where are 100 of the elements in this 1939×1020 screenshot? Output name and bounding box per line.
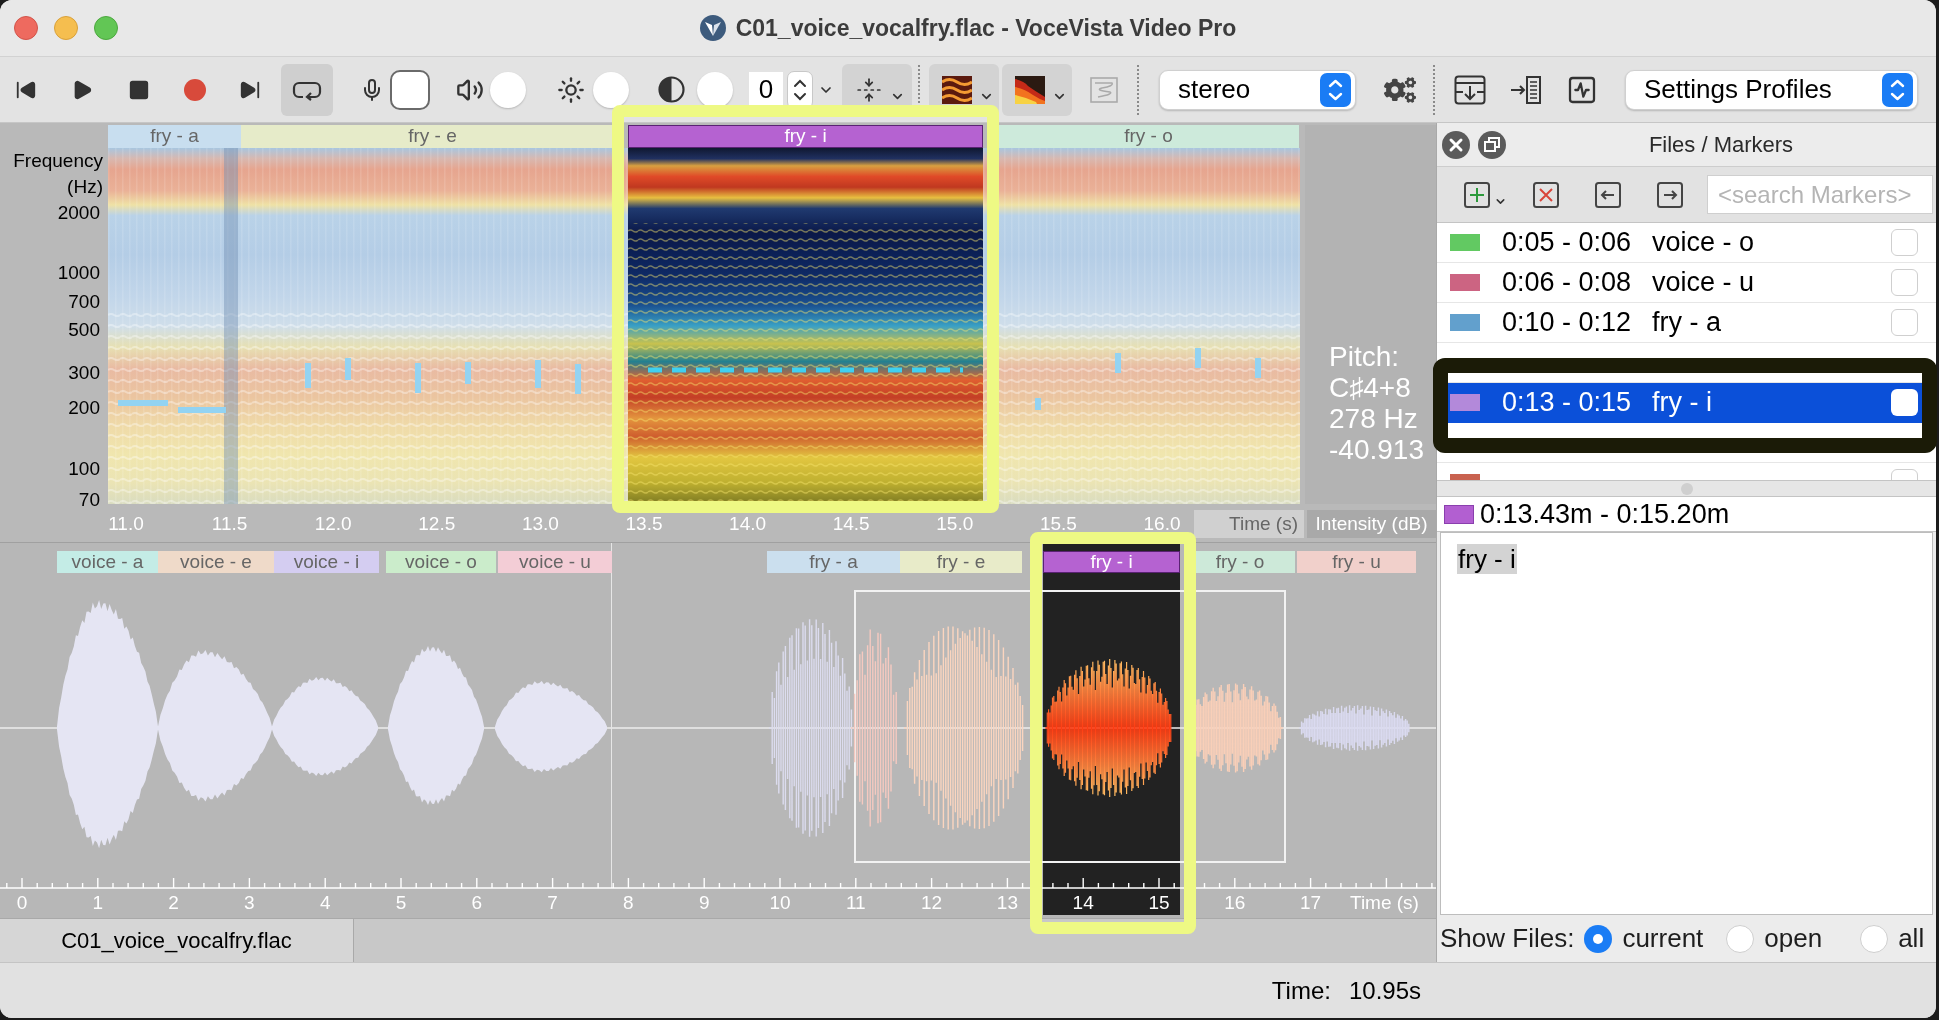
radio-option[interactable]: open <box>1726 919 1823 958</box>
frequency-tick-label: 500 <box>67 319 100 341</box>
marker-label[interactable]: voice - u <box>498 551 612 573</box>
pitch-frequency: 278 Hz <box>1329 403 1419 434</box>
spectrum-button[interactable] <box>1002 63 1072 116</box>
time-tick-label: 12.0 <box>314 513 352 535</box>
frequency-tick-label: 300 <box>67 362 100 384</box>
brightness-icon <box>557 75 585 104</box>
marker-checkbox[interactable] <box>1891 309 1918 336</box>
time-tick-label: 9 <box>698 892 710 914</box>
note-text: fry - i <box>1457 544 1517 574</box>
frequency-tick-label: 200 <box>67 397 100 419</box>
add-marker-icon[interactable] <box>1464 181 1490 208</box>
marker-label[interactable]: fry - a <box>767 551 900 573</box>
time-tick-label: 1 <box>92 892 104 914</box>
marker-label[interactable]: fry - a <box>108 125 241 148</box>
loop-button[interactable] <box>281 63 333 116</box>
time-tick-label: 14.5 <box>832 513 870 535</box>
time-tick-label: 12.5 <box>418 513 456 535</box>
time-tick-label: 15.0 <box>936 513 974 535</box>
time-tick-label: 4 <box>319 892 331 914</box>
panel-title: Files / Markers <box>1647 131 1795 159</box>
marker-label[interactable]: voice - a <box>57 551 158 573</box>
settings-profiles-select[interactable]: Settings Profiles <box>1625 69 1918 110</box>
show-files-label: Show Files: <box>1440 922 1575 955</box>
import-tray-icon[interactable] <box>1454 74 1486 105</box>
marker-checkbox[interactable] <box>1891 229 1918 256</box>
time-tick-label: 13.5 <box>625 513 663 535</box>
time-tick-label: 11 <box>845 892 866 914</box>
time-axis-title: Time (s) <box>1350 892 1419 914</box>
marker-label[interactable]: fry - e <box>900 551 1022 573</box>
time-tick-label: 13.0 <box>521 513 559 535</box>
marker-label[interactable]: voice - e <box>158 551 274 573</box>
time-tick-label: 13 <box>996 892 1018 914</box>
frequency-tick-label: 70 <box>77 489 100 511</box>
input-gain-knob[interactable] <box>390 69 430 110</box>
time-tick-label: 5 <box>395 892 407 914</box>
time-tick-label: 15 <box>1148 892 1170 914</box>
pitch-label: Pitch: <box>1329 341 1401 372</box>
number-field[interactable]: 0 <box>749 71 783 108</box>
frequency-tick-label: 100 <box>67 458 100 480</box>
marker-label-text: voice - o <box>1652 226 1755 260</box>
radio-option[interactable]: all <box>1860 919 1925 958</box>
marker-time: 0:10 - 0:12 <box>1501 306 1631 340</box>
file-tab[interactable]: C01_voice_vocalfry.flac <box>0 919 354 962</box>
record-icon[interactable] <box>184 78 206 101</box>
time-tick-label: 11.0 <box>108 513 144 535</box>
marker-checkbox[interactable] <box>1891 389 1918 416</box>
marker-label[interactable]: fry - i <box>628 125 983 148</box>
time-tick-label: 10 <box>769 892 791 914</box>
marker-label[interactable]: fry - u <box>1297 551 1416 573</box>
frequency-tick-label: 1000 <box>56 262 100 284</box>
time-tick-label: 11.5 <box>211 513 248 535</box>
wave-colormap-icon <box>942 75 972 104</box>
frequency-tick-label: 2000 <box>56 202 100 224</box>
close-icon[interactable] <box>1442 130 1470 159</box>
marker-label[interactable]: voice - o <box>386 551 496 573</box>
channel-select[interactable]: stereo <box>1159 69 1356 110</box>
radio-option[interactable]: current <box>1584 919 1704 958</box>
marker-checkbox[interactable] <box>1891 269 1918 296</box>
delete-marker-icon[interactable] <box>1533 181 1559 208</box>
stop-icon[interactable] <box>128 78 150 101</box>
marker-label[interactable]: fry - i <box>1043 551 1180 573</box>
time-tick-label: 12 <box>921 892 943 914</box>
time-tick-label: 0 <box>16 892 28 914</box>
window-title: C01_voice_vocalfry.flac - VoceVista Video Pro <box>735 13 1237 43</box>
arrow-into-list-icon[interactable] <box>1510 74 1542 105</box>
previous-marker-icon[interactable] <box>1595 181 1621 208</box>
pitch-note: C♯4+8 <box>1329 372 1412 403</box>
pitch-intensity: -40.913 <box>1329 434 1424 465</box>
time-value: 10.95s <box>1348 975 1421 1006</box>
marker-time: 0:06 - 0:08 <box>1501 266 1631 300</box>
time-tick-label: 6 <box>471 892 483 914</box>
marker-label-text: voice - u <box>1652 266 1755 300</box>
detach-window-icon[interactable] <box>1478 130 1506 159</box>
time-tick-label: 16.0 <box>1143 513 1181 535</box>
time-tick-label: 15.5 <box>1039 513 1077 535</box>
fold-arrows-icon <box>856 76 882 103</box>
marker-note-field[interactable]: fry - i <box>1440 532 1933 915</box>
select-stepper-icon[interactable] <box>1882 72 1913 107</box>
frequency-axis-title: Frequency (Hz) <box>12 149 103 199</box>
time-tick-label: 3 <box>244 892 255 914</box>
app-logo-icon <box>699 15 726 41</box>
marker-label[interactable]: voice - i <box>274 551 379 573</box>
time-axis-title: Time (s) <box>1194 510 1304 538</box>
intensity-axis-title: Intensity (dB) <box>1307 510 1436 538</box>
time-tick-label: 17 <box>1300 892 1322 914</box>
marker-label[interactable]: fry - o <box>998 125 1299 148</box>
marker-label-text: fry - i <box>1652 386 1712 420</box>
contrast-icon <box>658 76 685 103</box>
select-stepper-icon[interactable] <box>1320 72 1351 107</box>
splitter-handle[interactable] <box>1680 482 1693 495</box>
frequency-tick-label: 700 <box>67 291 100 313</box>
time-tick-label: 14 <box>1072 892 1094 914</box>
time-tick-label: 16 <box>1224 892 1246 914</box>
time-tick-label: 14.0 <box>729 513 767 535</box>
next-marker-icon[interactable] <box>1657 181 1683 208</box>
marker-time: 0:13 - 0:15 <box>1501 386 1631 420</box>
close-window-button[interactable] <box>14 16 38 40</box>
search-field[interactable]: <search Markers> <box>1707 175 1933 214</box>
